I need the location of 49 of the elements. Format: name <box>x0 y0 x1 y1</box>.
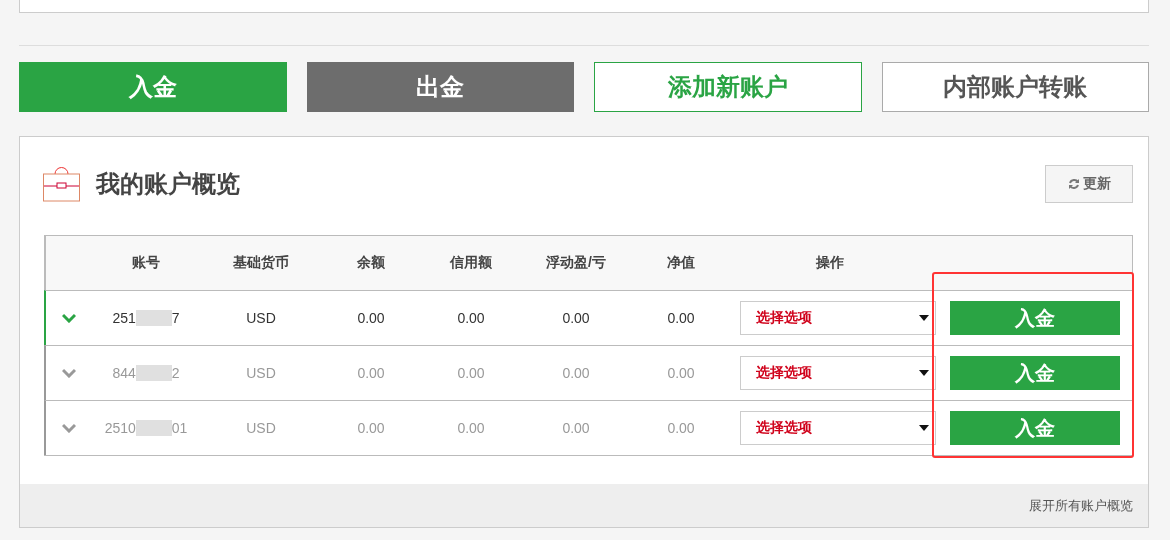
account-row[interactable]: 844 2 USD 0.00 0.00 0.00 0.00 选择选项 入金 <box>44 345 1132 400</box>
table-cell-text: USD <box>245 420 277 436</box>
chevron-down-icon[interactable] <box>62 368 76 378</box>
table-cell-text: 0.00 <box>356 365 386 381</box>
action-button[interactable]: 入金 <box>19 62 287 112</box>
column-header: 净值 <box>666 254 696 272</box>
refresh-button[interactable]: 更新 <box>1045 165 1133 203</box>
account-number: 251 7 <box>111 310 181 326</box>
table-cell-text: USD <box>245 310 277 326</box>
table-cell-text: 0.00 <box>666 365 696 381</box>
account-number: 2510 01 <box>103 420 189 436</box>
table-cell-text: 0.00 <box>356 420 386 436</box>
table-cell-text: 0.00 <box>456 365 486 381</box>
dropdown-arrow-icon <box>919 370 929 376</box>
column-header: 信用额 <box>449 254 493 272</box>
briefcase-icon <box>43 166 80 202</box>
section-title: 我的账户概览 <box>96 169 241 199</box>
action-select[interactable]: 选择选项 <box>740 356 936 390</box>
account-row[interactable]: 251 7 USD 0.00 0.00 0.00 0.00 选择选项 入金 <box>44 290 1132 345</box>
table-cell-text: 0.00 <box>666 420 696 436</box>
action-select[interactable]: 选择选项 <box>740 301 936 335</box>
column-header: 基础货币 <box>232 254 290 272</box>
account-number: 844 2 <box>111 365 181 381</box>
dropdown-arrow-icon <box>919 425 929 431</box>
action-select[interactable]: 选择选项 <box>740 411 936 445</box>
account-row[interactable]: 2510 01 USD 0.00 0.00 0.00 0.00 选择选项 入金 <box>44 400 1132 455</box>
refresh-icon <box>1067 178 1080 190</box>
deposit-button[interactable]: 入金 <box>950 301 1120 335</box>
table-cell-text: 0.00 <box>456 310 486 326</box>
table-cell-text: 0.00 <box>561 310 591 326</box>
expand-all-link[interactable]: 展开所有账户概览 <box>1029 496 1133 515</box>
table-cell-text: 0.00 <box>666 310 696 326</box>
table-cell-text: 0.00 <box>356 310 386 326</box>
column-header: 浮动盈/亏 <box>545 254 607 272</box>
table-cell-text: USD <box>245 365 277 381</box>
column-header: 操作 <box>815 254 845 272</box>
action-button[interactable]: 添加新账户 <box>594 62 862 112</box>
chevron-down-icon[interactable] <box>62 313 76 323</box>
column-header: 余额 <box>356 254 386 272</box>
table-cell-text: 0.00 <box>456 420 486 436</box>
deposit-button[interactable]: 入金 <box>950 411 1120 445</box>
action-button[interactable]: 内部账户转账 <box>881 62 1149 112</box>
column-header: 账号 <box>131 254 161 272</box>
chevron-down-icon[interactable] <box>62 423 76 433</box>
table-cell-text: 0.00 <box>561 365 591 381</box>
dropdown-arrow-icon <box>919 315 929 321</box>
deposit-button[interactable]: 入金 <box>950 356 1120 390</box>
table-cell-text: 0.00 <box>561 420 591 436</box>
action-button[interactable]: 出金 <box>306 62 574 112</box>
